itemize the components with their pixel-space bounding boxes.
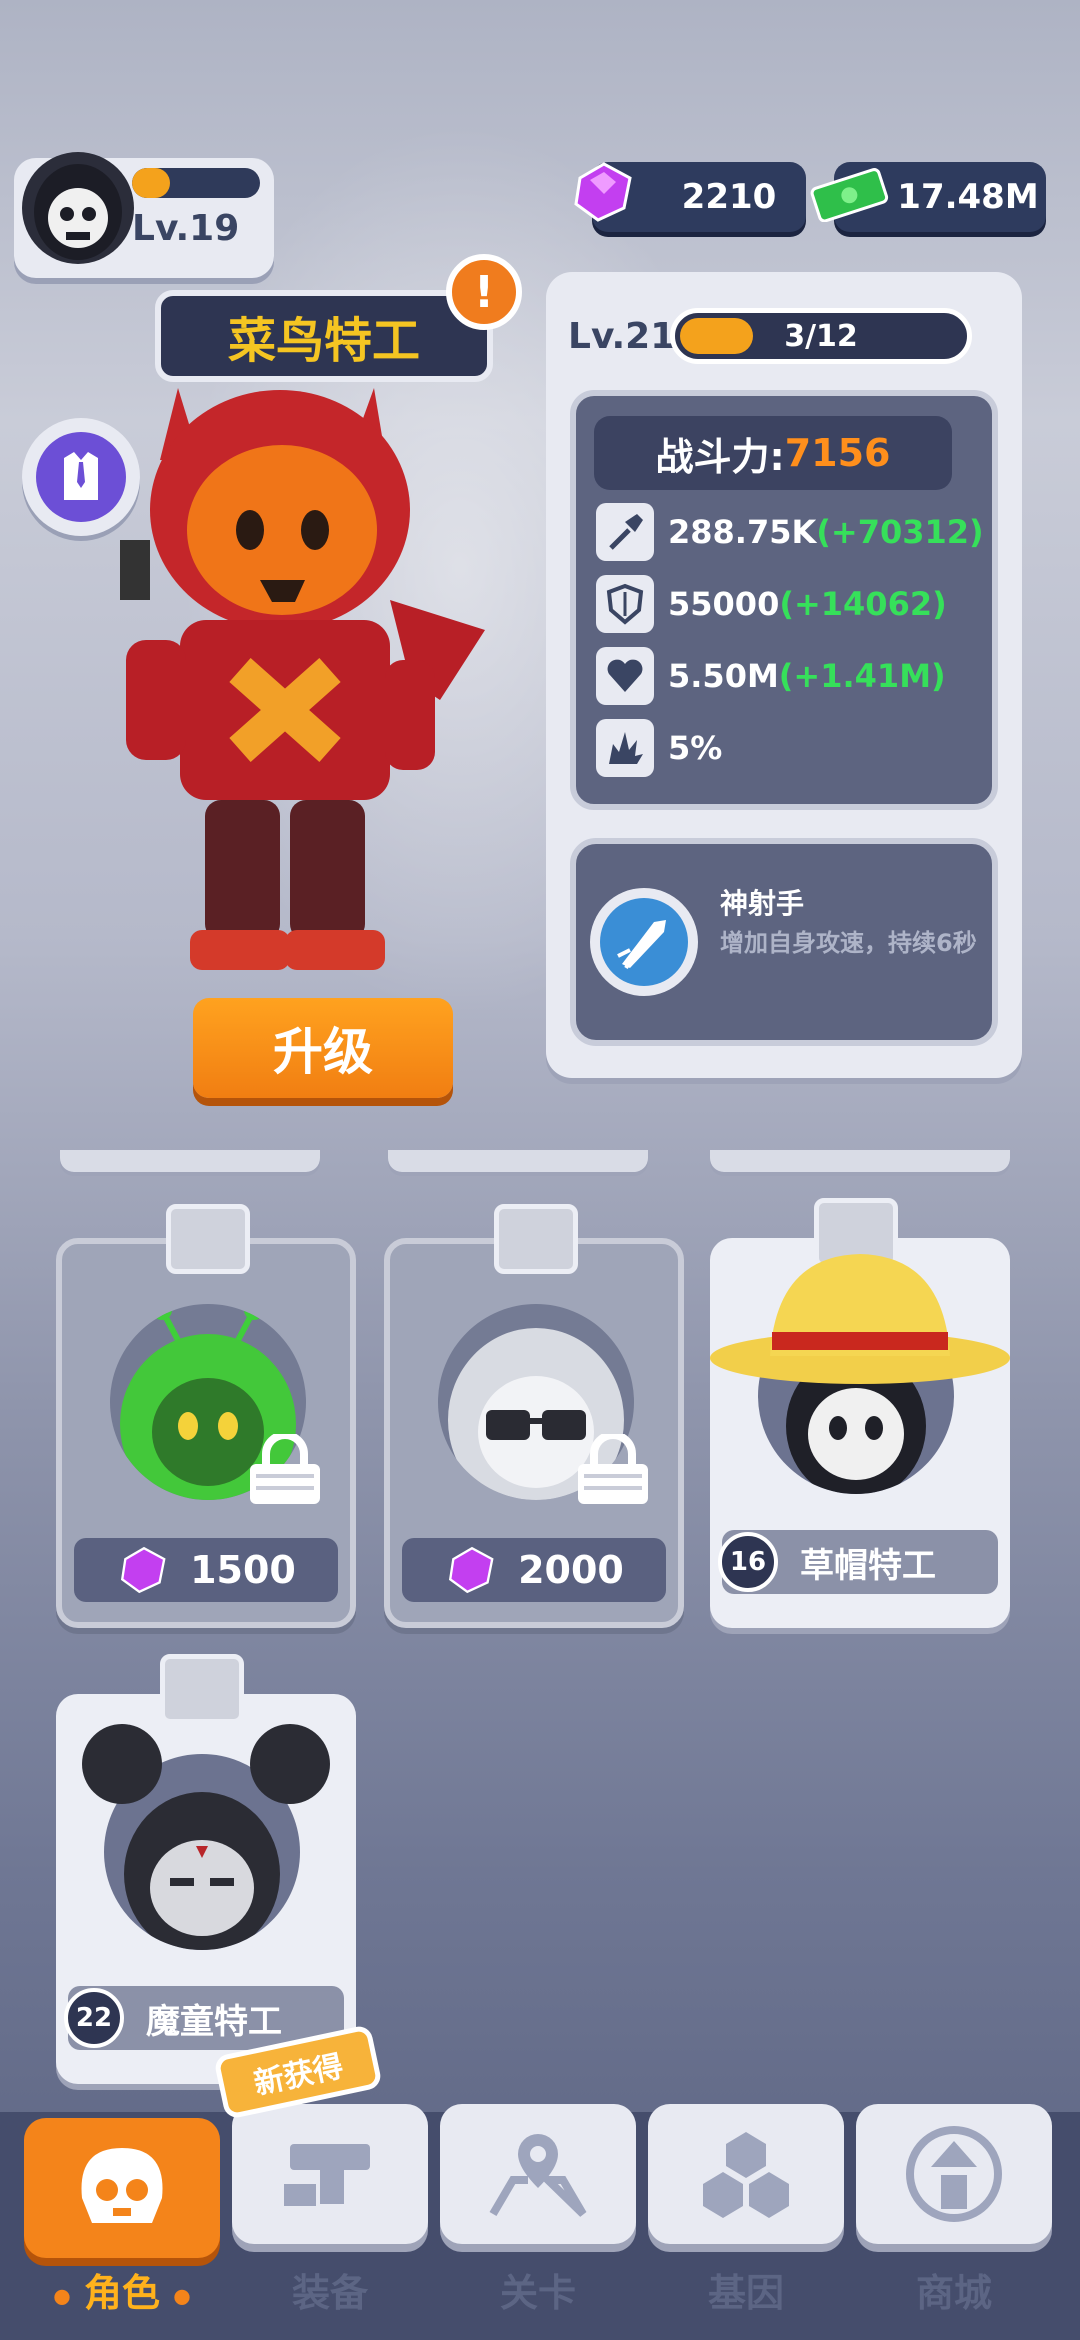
- character-card-strawhat[interactable]: 草帽特工 16: [710, 1198, 1010, 1628]
- map-icon: [489, 2134, 587, 2217]
- unlock-price[interactable]: 1500: [74, 1538, 338, 1602]
- stat-row-health: 5.50M (+1.41M): [596, 646, 946, 706]
- card-edge: [710, 1150, 1010, 1172]
- skill-box[interactable]: 神射手 增加自身攻速，持续6秒: [570, 838, 998, 1046]
- crit-icon: [596, 719, 654, 777]
- gem-count: 2210: [681, 177, 777, 217]
- player-xp-bar: [132, 168, 260, 198]
- skill-name: 神射手: [720, 887, 805, 920]
- alert-icon[interactable]: !: [446, 254, 522, 330]
- hexagon-icon: [703, 2132, 789, 2218]
- stat-row-crit: 5%: [596, 718, 722, 778]
- tab-label-character[interactable]: ● 角色 ●: [24, 2262, 220, 2317]
- tab-gene[interactable]: [648, 2104, 844, 2244]
- tab-label-equipment[interactable]: 装备: [232, 2262, 428, 2317]
- shield-icon: [596, 575, 654, 633]
- tab-stage[interactable]: [440, 2104, 636, 2244]
- stat-row-defense: 55000 (+14062): [596, 574, 947, 634]
- character-level: Lv.21: [568, 316, 676, 357]
- combat-power: 战斗力: 7156: [594, 416, 952, 490]
- level-progress-bar: 3/12: [670, 308, 972, 364]
- gem-icon: [574, 162, 632, 222]
- gem-icon: [121, 1546, 166, 1594]
- bullet-icon: [590, 888, 698, 996]
- character-level-badge: 22: [64, 1988, 124, 2048]
- tab-character[interactable]: [24, 2118, 220, 2258]
- unlock-price[interactable]: 2000: [402, 1538, 666, 1602]
- player-level: Lv.19: [132, 208, 240, 249]
- character-name-plate: 菜鸟特工: [155, 290, 493, 382]
- combat-power-label: 战斗力:: [655, 434, 785, 479]
- bun-ears: [82, 1724, 330, 1804]
- card-clip: [494, 1204, 578, 1274]
- card-clip: [166, 1204, 250, 1274]
- stats-box: 战斗力: 7156 288.75K (+70312) 55000 (+14062) …: [570, 390, 998, 810]
- shovel-icon: [596, 503, 654, 561]
- character-name: 菜鸟特工: [227, 313, 420, 369]
- shop-icon: [906, 2126, 1002, 2222]
- player-badge[interactable]: Lv.19: [14, 152, 274, 278]
- character-card-sunglasses[interactable]: 2000: [384, 1204, 684, 1628]
- equipment-icon: [284, 2144, 370, 2206]
- lock-icon: [250, 1434, 320, 1504]
- character-level-badge: 16: [718, 1532, 778, 1592]
- skull-icon: [81, 2148, 163, 2223]
- gem-icon: [449, 1546, 494, 1594]
- player-avatar: [22, 152, 134, 264]
- cash-count: 17.48M: [897, 177, 1039, 217]
- character-card-demon-child[interactable]: 魔童特工 22: [56, 1654, 356, 2084]
- tab-shop[interactable]: [856, 2104, 1052, 2244]
- character-model: [120, 388, 485, 970]
- heart-icon: [596, 647, 654, 705]
- lock-icon: [578, 1434, 648, 1504]
- straw-hat: [710, 1254, 1010, 1384]
- stats-panel: Lv.21 3/12 战斗力: 7156 288.75K (+70312) 550…: [546, 272, 1022, 1078]
- cash-icon: [810, 168, 889, 222]
- stat-row-attack: 288.75K (+70312): [596, 502, 984, 562]
- upgrade-button[interactable]: 升级: [193, 998, 453, 1098]
- tab-equipment[interactable]: [232, 2104, 428, 2244]
- tab-label-shop[interactable]: 商城: [856, 2262, 1052, 2317]
- level-progress-text: 3/12: [784, 318, 858, 354]
- card-edge: [388, 1150, 648, 1172]
- combat-power-value: 7156: [784, 431, 891, 475]
- tab-label-stage[interactable]: 关卡: [440, 2262, 636, 2317]
- tab-label-gene[interactable]: 基因: [648, 2262, 844, 2317]
- card-edge: [60, 1150, 320, 1172]
- character-card-alien[interactable]: 1500: [56, 1204, 356, 1628]
- skill-description: 增加自身攻速，持续6秒: [720, 929, 977, 957]
